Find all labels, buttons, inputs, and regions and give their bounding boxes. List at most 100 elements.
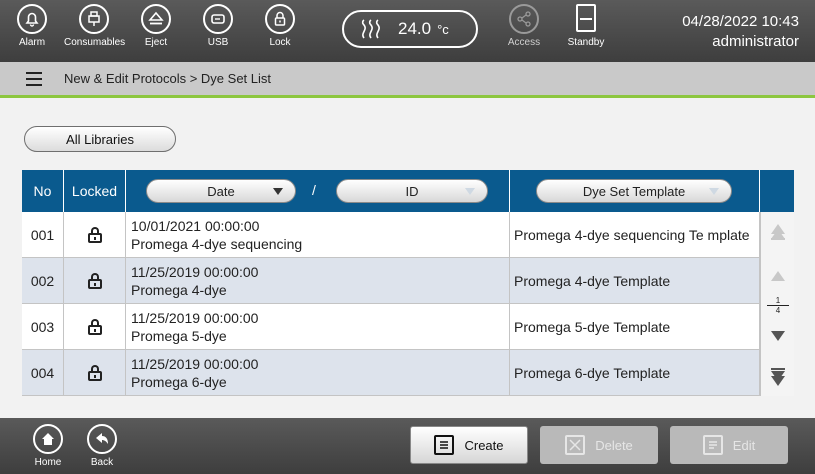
row-id: Promega 5-dye xyxy=(131,328,227,344)
row-template: Promega 4-dye Template xyxy=(510,258,760,304)
create-label: Create xyxy=(464,437,504,453)
sort-date-label: Date xyxy=(207,183,235,199)
sort-id-button[interactable]: ID xyxy=(336,179,488,203)
alarm-button[interactable]: Alarm xyxy=(2,4,62,60)
consumables-label: Consumables xyxy=(64,37,126,48)
back-label: Back xyxy=(90,457,114,468)
all-libraries-button[interactable]: All Libraries xyxy=(24,126,176,152)
share-icon xyxy=(509,4,539,34)
table-row[interactable]: 001 10/01/2021 00:00:00 Promega 4-dye se… xyxy=(22,212,794,258)
lock-icon xyxy=(87,319,102,335)
row-locked xyxy=(64,212,126,258)
lock-icon xyxy=(87,227,102,243)
temperature-value: 24.0 xyxy=(398,19,432,38)
eject-label: Eject xyxy=(144,37,168,48)
eject-icon xyxy=(141,4,171,34)
temperature-display[interactable]: 24.0 °c xyxy=(342,10,478,48)
sort-date-button[interactable]: Date xyxy=(146,179,296,203)
header-template: Dye Set Template xyxy=(510,170,760,212)
sort-id-label: ID xyxy=(405,183,419,199)
header-locked: Locked xyxy=(64,170,126,212)
consumables-button[interactable]: Consumables xyxy=(64,4,126,60)
row-no: 003 xyxy=(22,304,64,350)
row-date: 10/01/2021 00:00:00 xyxy=(131,218,260,234)
row-no: 002 xyxy=(22,258,64,304)
dye-set-table: No Locked Date / ID Dye Set Template 001 xyxy=(22,170,794,396)
row-date-id: 11/25/2019 00:00:00 Promega 4-dye xyxy=(126,258,510,304)
delete-label: Delete xyxy=(595,437,633,453)
heater-icon xyxy=(361,19,380,39)
row-locked xyxy=(64,350,126,396)
standby-button[interactable]: Standby xyxy=(556,4,616,60)
scroll-first-button[interactable] xyxy=(761,212,795,252)
menu-list-icon[interactable] xyxy=(26,71,42,86)
table-row[interactable]: 004 11/25/2019 00:00:00 Promega 6-dye Pr… xyxy=(22,350,794,396)
standby-label: Standby xyxy=(567,37,605,48)
home-button[interactable]: Home xyxy=(24,424,72,468)
double-chevron-down-icon xyxy=(771,368,785,386)
lock-icon xyxy=(87,365,102,381)
chevron-down-icon xyxy=(709,188,719,195)
lock-label: Lock xyxy=(269,37,291,48)
lock-icon xyxy=(87,273,102,289)
chevron-down-icon xyxy=(465,188,475,195)
lock-button[interactable]: Lock xyxy=(250,4,310,60)
alarm-label: Alarm xyxy=(18,37,46,48)
back-arrow-icon xyxy=(87,424,117,454)
usb-button[interactable]: USB xyxy=(188,4,248,60)
table-row[interactable]: 002 11/25/2019 00:00:00 Promega 4-dye Pr… xyxy=(22,258,794,304)
row-id: Promega 4-dye sequencing xyxy=(131,236,303,252)
row-id: Promega 4-dye xyxy=(131,282,227,298)
back-button[interactable]: Back xyxy=(78,424,126,468)
table-row[interactable]: 003 11/25/2019 00:00:00 Promega 5-dye Pr… xyxy=(22,304,794,350)
header-separator: / xyxy=(312,182,316,198)
create-document-icon xyxy=(434,435,455,455)
standby-icon xyxy=(576,4,596,32)
row-locked xyxy=(64,304,126,350)
row-template: Promega 6-dye Template xyxy=(510,350,760,396)
row-locked xyxy=(64,258,126,304)
chevron-down-icon xyxy=(771,331,785,341)
bell-icon xyxy=(17,4,47,34)
top-bar: Alarm Consumables Eject USB Lock 24.0 °c xyxy=(0,0,815,62)
scroll-last-button[interactable] xyxy=(761,356,795,396)
page-indicator: 1 4 xyxy=(767,296,789,315)
table-scrollbar: 1 4 xyxy=(760,212,794,396)
sort-template-button[interactable]: Dye Set Template xyxy=(536,179,732,203)
chevron-up-icon xyxy=(771,271,785,281)
scroll-up-button[interactable] xyxy=(761,256,795,296)
page-current: 1 xyxy=(775,296,781,305)
delete-button[interactable]: Delete xyxy=(540,426,658,464)
current-user: administrator xyxy=(712,33,799,50)
header-no: No xyxy=(22,170,64,212)
access-label: Access xyxy=(507,37,541,48)
bottom-bar: Home Back Create Delete Edit xyxy=(0,418,815,474)
edit-button[interactable]: Edit xyxy=(670,426,788,464)
home-label: Home xyxy=(34,457,62,468)
home-icon xyxy=(33,424,63,454)
create-button[interactable]: Create xyxy=(410,426,528,464)
row-no: 001 xyxy=(22,212,64,258)
access-button[interactable]: Access xyxy=(494,4,554,60)
row-date-id: 11/25/2019 00:00:00 Promega 6-dye xyxy=(126,350,510,396)
usb-icon xyxy=(203,4,233,34)
edit-label: Edit xyxy=(732,437,756,453)
double-chevron-up-icon xyxy=(771,224,785,240)
row-date-id: 11/25/2019 00:00:00 Promega 5-dye xyxy=(126,304,510,350)
row-date-id: 10/01/2021 00:00:00 Promega 4-dye sequen… xyxy=(126,212,510,258)
usb-label: USB xyxy=(207,37,229,48)
current-date: 04/28/2022 10:43 xyxy=(682,13,799,30)
lock-icon xyxy=(265,4,295,34)
row-template: Promega 4-dye sequencing Te mplate xyxy=(510,212,760,258)
datetime-display: 04/28/2022 10:43 administrator xyxy=(682,12,799,52)
header-date-id: Date / ID xyxy=(126,170,510,212)
row-id: Promega 6-dye xyxy=(131,374,227,390)
consumables-icon xyxy=(79,4,109,34)
temperature-unit: °c xyxy=(437,21,449,37)
row-date: 11/25/2019 00:00:00 xyxy=(131,310,259,326)
edit-document-icon xyxy=(702,435,723,455)
table-header: No Locked Date / ID Dye Set Template xyxy=(22,170,794,212)
scroll-down-button[interactable] xyxy=(761,316,795,356)
delete-x-icon xyxy=(565,435,586,455)
eject-button[interactable]: Eject xyxy=(126,4,186,60)
